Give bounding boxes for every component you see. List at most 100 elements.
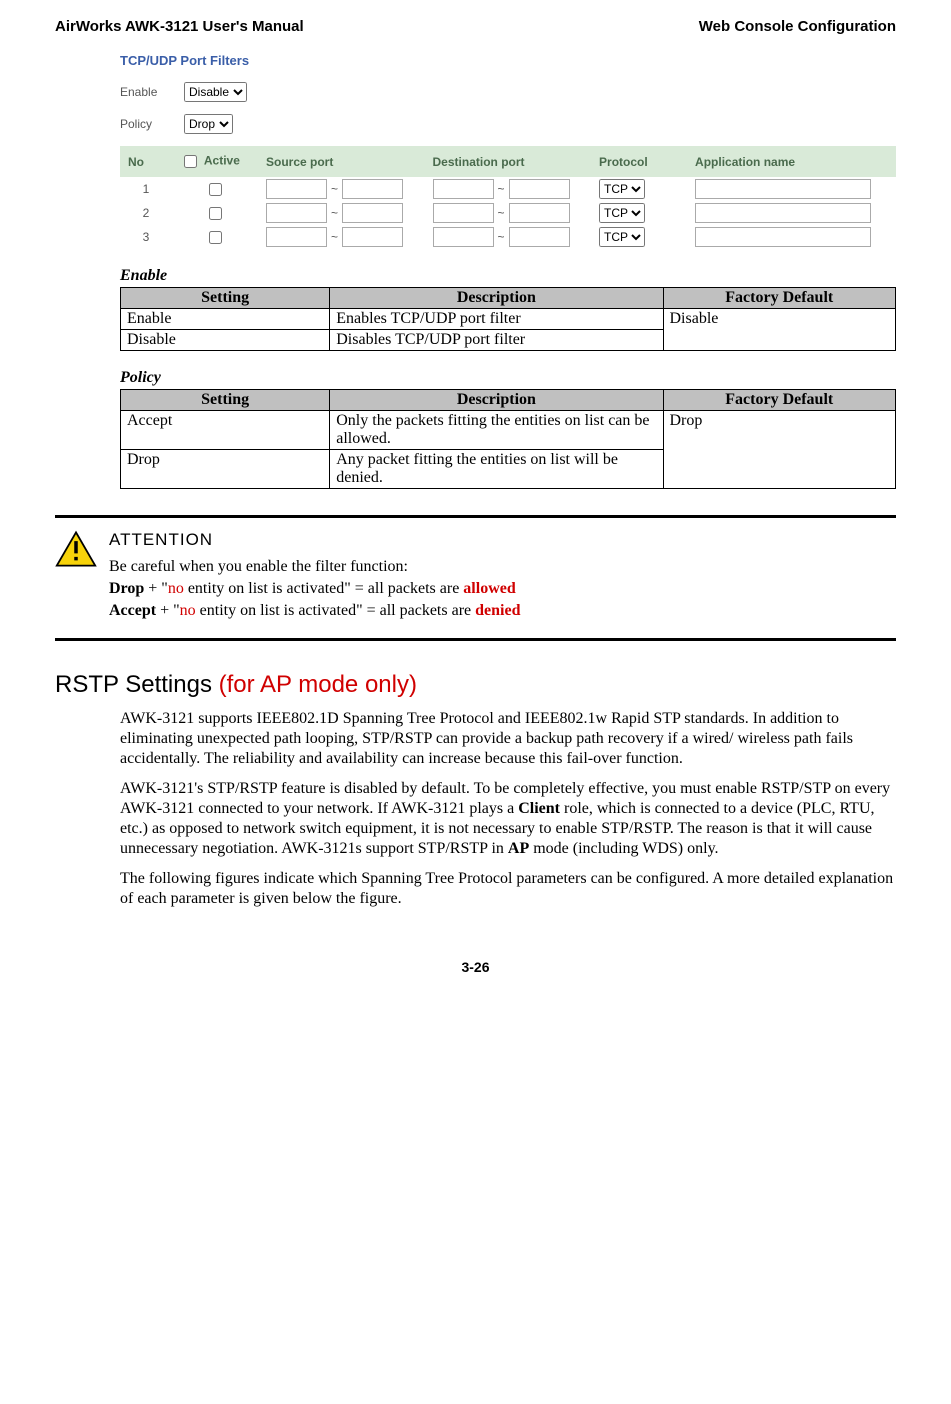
application-name-input[interactable] (695, 227, 871, 247)
source-port-to-input[interactable] (342, 179, 403, 199)
protocol-select[interactable]: TCP (599, 179, 645, 199)
policy-th-description: Description (330, 390, 663, 411)
app-name-cell (687, 225, 896, 249)
filter-row-no: 1 (120, 177, 172, 201)
app-name-cell (687, 201, 896, 225)
protocol-cell: TCP (591, 225, 687, 249)
attention-no-red2: no (180, 602, 196, 619)
enable-settings-table: Setting Description Factory Default Enab… (120, 287, 896, 351)
tilde: ~ (331, 230, 338, 244)
cell-default: Disable (663, 309, 896, 351)
rstp-p2-ap: AP (508, 840, 529, 857)
app-name-cell (687, 177, 896, 201)
attention-line-drop: Drop + "no entity on list is activated" … (109, 580, 520, 598)
attention-drop-bold: Drop (109, 580, 144, 597)
attention-drop-rest: entity on list is activated" = all packe… (184, 580, 463, 597)
cell-description: Only the packets fitting the entities on… (330, 411, 663, 450)
source-port: ~ (258, 201, 425, 225)
attention-line-accept: Accept + "no entity on list is activated… (109, 602, 520, 620)
attention-box: ATTENTION Be careful when you enable the… (55, 515, 896, 641)
destination-port-from-input[interactable] (433, 203, 494, 223)
col-dest-port: Destination port (425, 146, 592, 177)
protocol-select[interactable]: TCP (599, 227, 645, 247)
cell-setting: Drop (121, 450, 330, 489)
enable-th-default: Factory Default (663, 288, 896, 309)
enable-select[interactable]: Disable (184, 82, 247, 102)
filter-row-active-cell (172, 177, 258, 201)
destination-port-from-input[interactable] (433, 227, 494, 247)
cell-setting: Accept (121, 411, 330, 450)
rstp-heading: RSTP Settings (for AP mode only) (55, 671, 896, 699)
cell-description: Disables TCP/UDP port filter (330, 330, 663, 351)
active-master-checkbox[interactable] (184, 155, 197, 168)
source-port-to-input[interactable] (342, 227, 403, 247)
cell-setting: Disable (121, 330, 330, 351)
attention-plus: + " (144, 580, 168, 597)
header-left: AirWorks AWK-3121 User's Manual (55, 18, 304, 35)
policy-th-setting: Setting (121, 390, 330, 411)
attention-allowed: allowed (463, 580, 515, 597)
tilde: ~ (498, 230, 505, 244)
destination-port-to-input[interactable] (509, 179, 570, 199)
col-active: Active (172, 146, 258, 177)
tilde: ~ (331, 206, 338, 220)
filter-row: 2~~TCP (120, 201, 896, 225)
protocol-select[interactable]: TCP (599, 203, 645, 223)
protocol-cell: TCP (591, 177, 687, 201)
attention-accept-bold: Accept (109, 602, 156, 619)
active-checkbox[interactable] (209, 231, 222, 244)
destination-port-to-input[interactable] (509, 227, 570, 247)
destination-port-to-input[interactable] (509, 203, 570, 223)
tilde: ~ (498, 206, 505, 220)
cell-default: Drop (663, 411, 896, 489)
attention-line-1: Be careful when you enable the filter fu… (109, 558, 520, 576)
table-row: Enable Enables TCP/UDP port filter Disab… (121, 309, 896, 330)
table-row: Accept Only the packets fitting the enti… (121, 411, 896, 450)
col-active-label: Active (204, 154, 240, 168)
enable-th-setting: Setting (121, 288, 330, 309)
col-no: No (120, 146, 172, 177)
active-checkbox[interactable] (209, 183, 222, 196)
enable-label: Enable (120, 85, 170, 99)
col-protocol: Protocol (591, 146, 687, 177)
active-checkbox[interactable] (209, 207, 222, 220)
tilde: ~ (498, 182, 505, 196)
destination-port: ~ (425, 201, 592, 225)
application-name-input[interactable] (695, 179, 871, 199)
filter-panel-title: TCP/UDP Port Filters (120, 53, 896, 68)
policy-table-caption: Policy (120, 369, 896, 387)
protocol-cell: TCP (591, 201, 687, 225)
tcp-udp-filter-panel: TCP/UDP Port Filters Enable Disable Poli… (120, 53, 896, 249)
tilde: ~ (331, 182, 338, 196)
cell-description: Enables TCP/UDP port filter (330, 309, 663, 330)
attention-denied: denied (475, 602, 520, 619)
source-port-to-input[interactable] (342, 203, 403, 223)
page-number: 3-26 (55, 959, 896, 975)
source-port-from-input[interactable] (266, 203, 327, 223)
header-right: Web Console Configuration (699, 18, 896, 35)
policy-select[interactable]: Drop (184, 114, 233, 134)
policy-th-default: Factory Default (663, 390, 896, 411)
attention-title: ATTENTION (109, 530, 520, 550)
policy-settings-table: Setting Description Factory Default Acce… (120, 389, 896, 489)
destination-port: ~ (425, 225, 592, 249)
source-port-from-input[interactable] (266, 179, 327, 199)
source-port: ~ (258, 225, 425, 249)
application-name-input[interactable] (695, 203, 871, 223)
source-port-from-input[interactable] (266, 227, 327, 247)
filter-row-active-cell (172, 225, 258, 249)
filter-row-no: 3 (120, 225, 172, 249)
col-app-name: Application name (687, 146, 896, 177)
policy-label: Policy (120, 117, 170, 131)
filter-row: 3 ~ ~ TCP (120, 225, 896, 249)
port-filter-table: No Active Source port Destination port P… (120, 146, 896, 249)
attention-plus2: + " (156, 602, 180, 619)
filter-row-active-cell (172, 201, 258, 225)
filter-row: 1 ~ ~ TCP (120, 177, 896, 201)
enable-table-caption: Enable (120, 267, 896, 285)
rstp-paragraph-1: AWK-3121 supports IEEE802.1D Spanning Tr… (120, 709, 896, 769)
rstp-paragraph-3: The following figures indicate which Spa… (120, 869, 896, 909)
rstp-p2-client: Client (518, 800, 560, 817)
rstp-paragraph-2: AWK-3121's STP/RSTP feature is disabled … (120, 779, 896, 859)
destination-port-from-input[interactable] (433, 179, 494, 199)
